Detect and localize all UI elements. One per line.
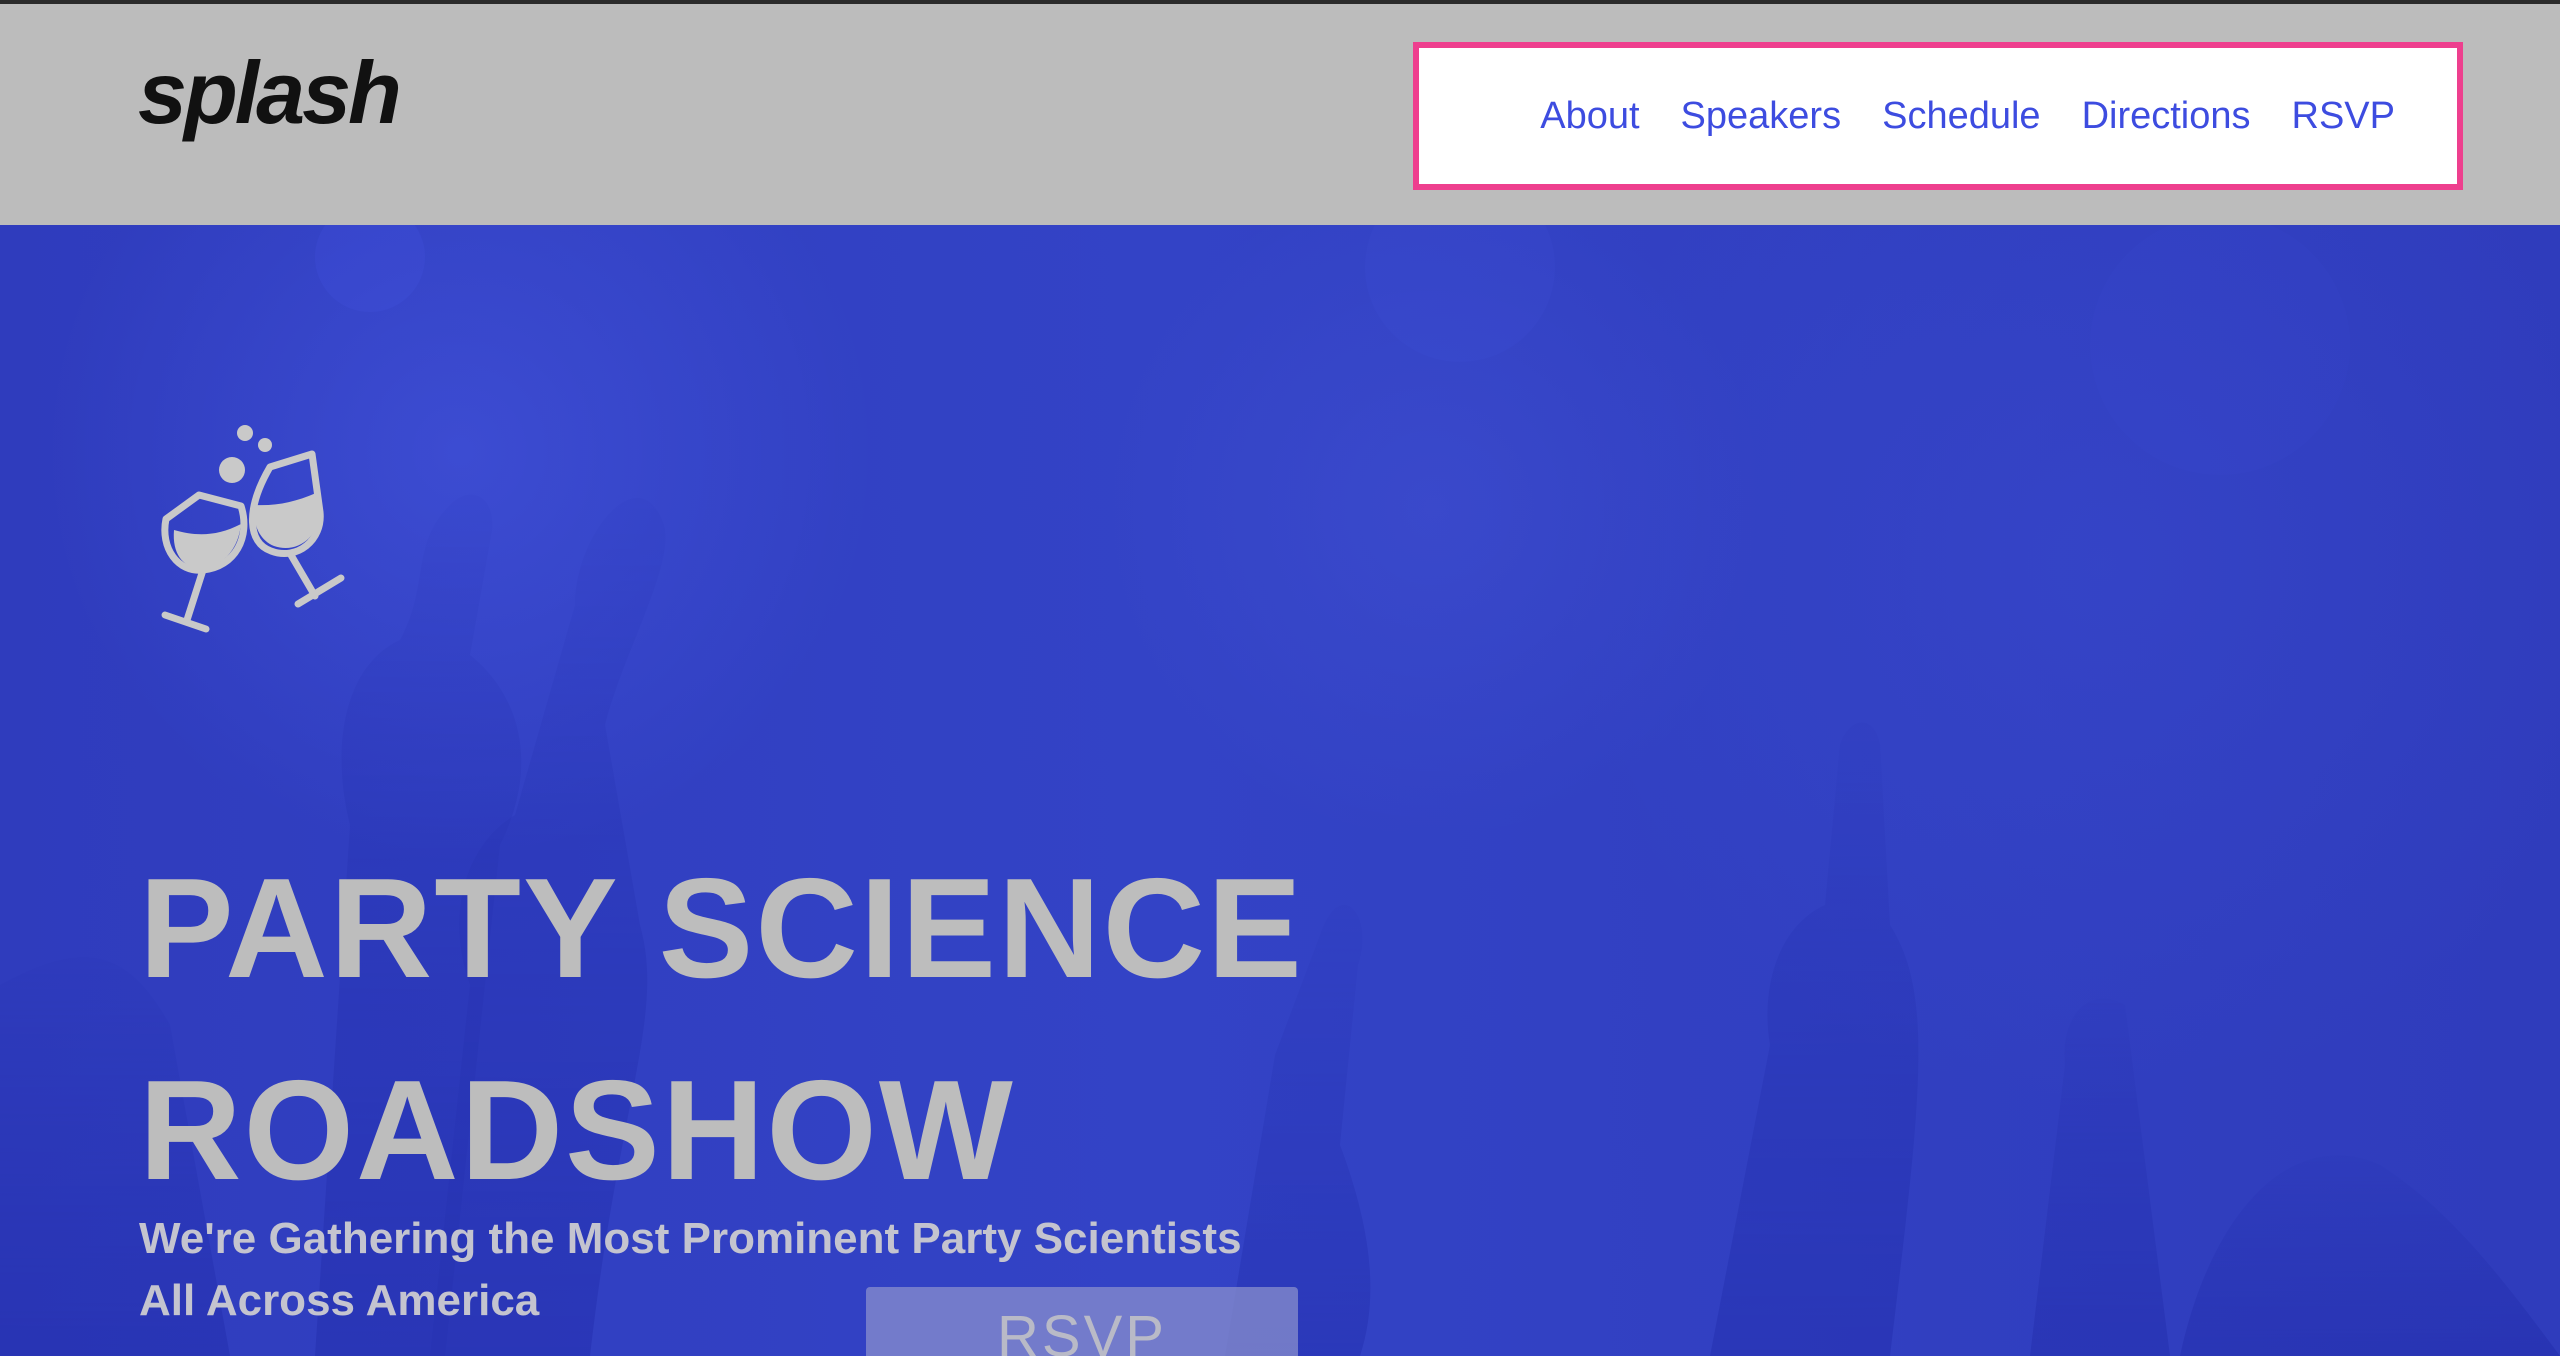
hero-section: PARTY SCIENCE ROADSHOW We're Gathering t… <box>0 225 2560 1356</box>
nav-link-schedule[interactable]: Schedule <box>1882 97 2040 135</box>
site-header: splash About Speakers Schedule Direction… <box>0 4 2560 225</box>
nav-link-rsvp[interactable]: RSVP <box>2292 97 2395 135</box>
site-logo[interactable]: splash <box>138 49 402 137</box>
nav-link-about[interactable]: About <box>1540 97 1639 135</box>
nav-link-directions[interactable]: Directions <box>2082 97 2251 135</box>
hero-rsvp-button[interactable]: RSVP <box>866 1287 1298 1356</box>
nav-link-speakers[interactable]: Speakers <box>1681 97 1842 135</box>
highlighted-navigation: About Speakers Schedule Directions RSVP <box>1413 42 2463 190</box>
champagne-glasses-icon <box>161 425 345 633</box>
landing-page: splash About Speakers Schedule Direction… <box>0 0 2560 1356</box>
hero-title: PARTY SCIENCE ROADSHOW <box>139 849 1304 1211</box>
